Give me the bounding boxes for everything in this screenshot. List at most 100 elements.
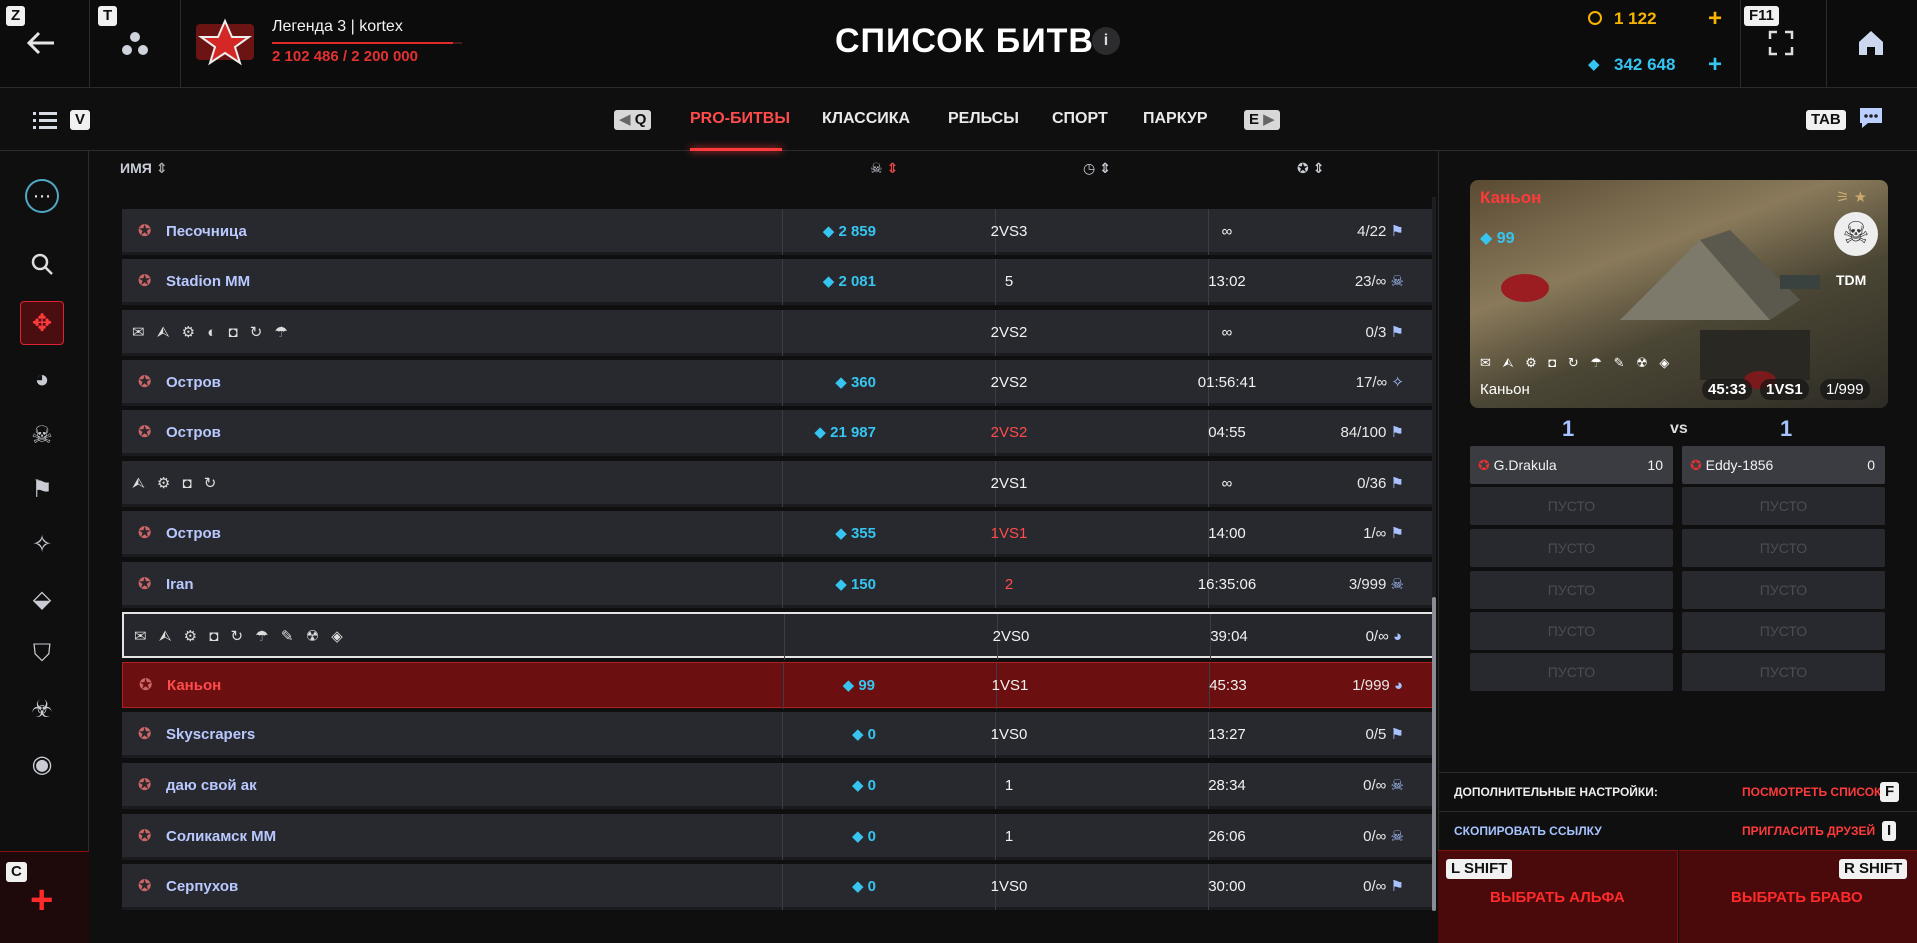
battle-row[interactable]: ✪ даю свой ак ◆ 0 1 28:34 0/∞ ☠ — [122, 763, 1434, 809]
battle-crystals: ◆ 0 — [851, 878, 876, 895]
column-header-score[interactable]: ✪ ⇕ — [1297, 160, 1324, 177]
filter-ctf[interactable]: ⚑ — [20, 467, 64, 511]
tab-rails[interactable]: РЕЛЬСЫ — [948, 110, 1019, 128]
battle-flags: ⮙ ⚙ ◘ ↻ — [132, 475, 221, 492]
map-preview[interactable]: Каньон ◆ 99 ☠ TDM ✉ ⮙ ⚙ ◘ ↻ ☂ ✎ ☢ ◈ Кань… — [1470, 180, 1888, 408]
preview-map-label: Каньон — [1480, 381, 1530, 398]
battle-crystals: ◆ 99 — [842, 677, 875, 694]
view-list-link[interactable]: ПОСМОТРЕТЬ СПИСОК — [1742, 785, 1881, 799]
bravo-slot: ПУСТО — [1682, 487, 1885, 525]
mode-icon: ⚑ — [1390, 525, 1404, 542]
filter-rugby[interactable]: ✧ — [20, 522, 64, 566]
filter-assault[interactable]: ⬙ — [20, 577, 64, 621]
list-view-button[interactable] — [33, 110, 59, 130]
buy-gold-button[interactable]: + — [1708, 5, 1722, 33]
alpha-slot[interactable]: ✪ G.Drakula 10 — [1470, 446, 1673, 484]
battle-name: Соликамск ММ — [166, 828, 277, 845]
column-header-players[interactable]: ☠ ⇕ — [870, 160, 898, 177]
scrollbar-track[interactable] — [1432, 197, 1436, 911]
scrollbar-thumb[interactable] — [1432, 597, 1436, 911]
battle-row[interactable]: ✉ ⮙ ⚙ ◘ ↻ ☂ ✎ ☢ ◈ 2VS0 39:04 0/∞ ◕ — [122, 612, 1434, 660]
score-icon: ✪ — [1297, 160, 1309, 176]
column-header-time[interactable]: ◷ ⇕ — [1083, 160, 1111, 177]
battle-row[interactable]: ✪ Серпухов ◆ 0 1VS0 30:00 0/∞ ⚑ — [122, 864, 1434, 910]
next-tab-hotkey[interactable]: E ▶ — [1244, 110, 1280, 130]
filter-siege[interactable]: ⛉ — [20, 632, 64, 676]
chat-button[interactable] — [1858, 106, 1884, 130]
filter-juggernaut[interactable]: ☣ — [20, 687, 64, 731]
list-hotkey: V — [70, 110, 91, 130]
divider — [782, 562, 783, 608]
column-header-name[interactable]: ИМЯ ⇕ — [120, 160, 167, 177]
rank-emblem[interactable] — [192, 18, 258, 66]
battle-score: 0/∞ ⚑ — [1363, 878, 1404, 895]
battle-name: Остров — [166, 424, 221, 441]
battle-row[interactable]: ✪ Остров ◆ 355 1VS1 14:00 1/∞ ⚑ — [122, 511, 1434, 557]
friends-button[interactable] — [120, 30, 150, 58]
buy-crystals-button[interactable]: + — [1708, 51, 1722, 79]
crystal-icon: ◆ — [814, 424, 826, 441]
tab-sport[interactable]: СПОРТ — [1052, 110, 1108, 128]
copy-link-button[interactable]: СКОПИРОВАТЬ ССЫЛКУ — [1454, 824, 1602, 838]
battle-time: 30:00 — [1208, 878, 1246, 895]
divider — [782, 712, 783, 758]
preview-mode: TDM — [1836, 272, 1867, 288]
rank-star-icon — [196, 18, 254, 66]
filter-all-modes[interactable]: ✥ — [20, 301, 64, 345]
battle-row[interactable]: ✪ Песочница ◆ 2 859 2VS3 ∞ 4/22 ⚑ — [122, 209, 1434, 255]
filter-other[interactable]: ◉ — [20, 742, 64, 786]
battle-row[interactable]: ✪ Iran ◆ 150 2 16:35:06 3/999 ☠ — [122, 562, 1434, 608]
battle-row[interactable]: ✪ Остров ◆ 21 987 2VS2 04:55 84/100 ⚑ — [122, 410, 1434, 456]
tab-classic[interactable]: КЛАССИКА — [822, 110, 910, 128]
divider — [1740, 0, 1741, 88]
coin-icon — [1588, 11, 1602, 25]
battle-row[interactable]: ✪ Остров ◆ 360 2VS2 01:56:41 17/∞ ✧ — [122, 360, 1434, 406]
battle-score: 3/999 ☠ — [1348, 576, 1404, 593]
back-button[interactable] — [24, 26, 64, 60]
create-battle-button[interactable]: C + — [0, 851, 89, 943]
bravo-hotkey: R SHIFT — [1839, 859, 1908, 879]
battle-name: даю свой ак — [166, 777, 257, 794]
tab-parkour[interactable]: ПАРКУР — [1143, 110, 1208, 128]
join-alpha-button[interactable]: L SHIFT ВЫБРАТЬ АЛЬФА — [1438, 850, 1678, 943]
home-button[interactable] — [1856, 28, 1886, 58]
bravo-slot[interactable]: ✪ Eddy-1856 0 — [1682, 446, 1885, 484]
empty-slot-label: ПУСТО — [1759, 540, 1808, 556]
player-name: Легенда 3 | kortex — [272, 18, 403, 35]
invite-friends-link[interactable]: ПРИГЛАСИТЬ ДРУЗЕЙ — [1742, 824, 1875, 838]
player-score: 10 — [1647, 457, 1663, 473]
empty-slot-label: ПУСТО — [1547, 664, 1596, 680]
more-filters-button[interactable]: ⋯ — [20, 174, 64, 218]
search-icon — [31, 253, 53, 275]
divider — [784, 614, 785, 660]
mode-icon: ⚑ — [1390, 475, 1404, 492]
info-button[interactable]: i — [1092, 27, 1120, 55]
tab-pro-battles[interactable]: PRO-БИТВЫ — [690, 110, 790, 128]
filter-cp[interactable]: ◕ — [20, 358, 64, 402]
divider — [783, 663, 784, 709]
battle-row[interactable]: ✉ ⮙ ⚙ ◐ ◘ ↻ ☂ 2VS2 ∞ 0/3 ⚑ — [122, 310, 1434, 356]
filter-dm[interactable]: ☠ — [20, 413, 64, 457]
search-button[interactable] — [20, 242, 64, 286]
battle-row[interactable]: ✪ Stadion MM ◆ 2 081 5 13:02 23/∞ ☠ — [122, 259, 1434, 305]
mode-icon: ☠ — [1390, 273, 1404, 290]
fullscreen-button[interactable] — [1768, 30, 1794, 56]
player-name: G.Drakula — [1493, 457, 1557, 473]
skull-icon: ☠ — [870, 160, 883, 176]
battle-mode: 1 — [1004, 828, 1014, 845]
battle-row[interactable]: ⮙ ⚙ ◘ ↻ 2VS1 ∞ 0/36 ⚑ — [122, 461, 1434, 507]
rank-star-icon: ✪ — [138, 777, 152, 794]
battle-row[interactable]: ✪ Соликамск ММ ◆ 0 1 26:06 0/∞ ☠ — [122, 814, 1434, 860]
battle-mode: 2 — [1004, 576, 1014, 593]
chat-hotkey: TAB — [1806, 110, 1846, 130]
battle-mode: 2VS3 — [990, 223, 1028, 240]
divider — [782, 864, 783, 910]
join-bravo-button[interactable]: R SHIFT ВЫБРАТЬ БРАВО — [1679, 850, 1917, 943]
battle-row[interactable]: ✪ Skyscrapers ◆ 0 1VS0 13:27 0/5 ⚑ — [122, 712, 1434, 758]
mode-icon: ☠ — [1390, 777, 1404, 794]
battle-row[interactable]: ✪ Каньон ◆ 99 1VS1 45:33 1/999 ◕ — [122, 662, 1434, 709]
rank-star-icon: ✪ — [138, 828, 152, 845]
battle-time: 13:02 — [1208, 273, 1246, 290]
preview-format: 1VS1 — [1760, 379, 1809, 400]
prev-tab-hotkey[interactable]: ◀ Q — [614, 110, 652, 130]
